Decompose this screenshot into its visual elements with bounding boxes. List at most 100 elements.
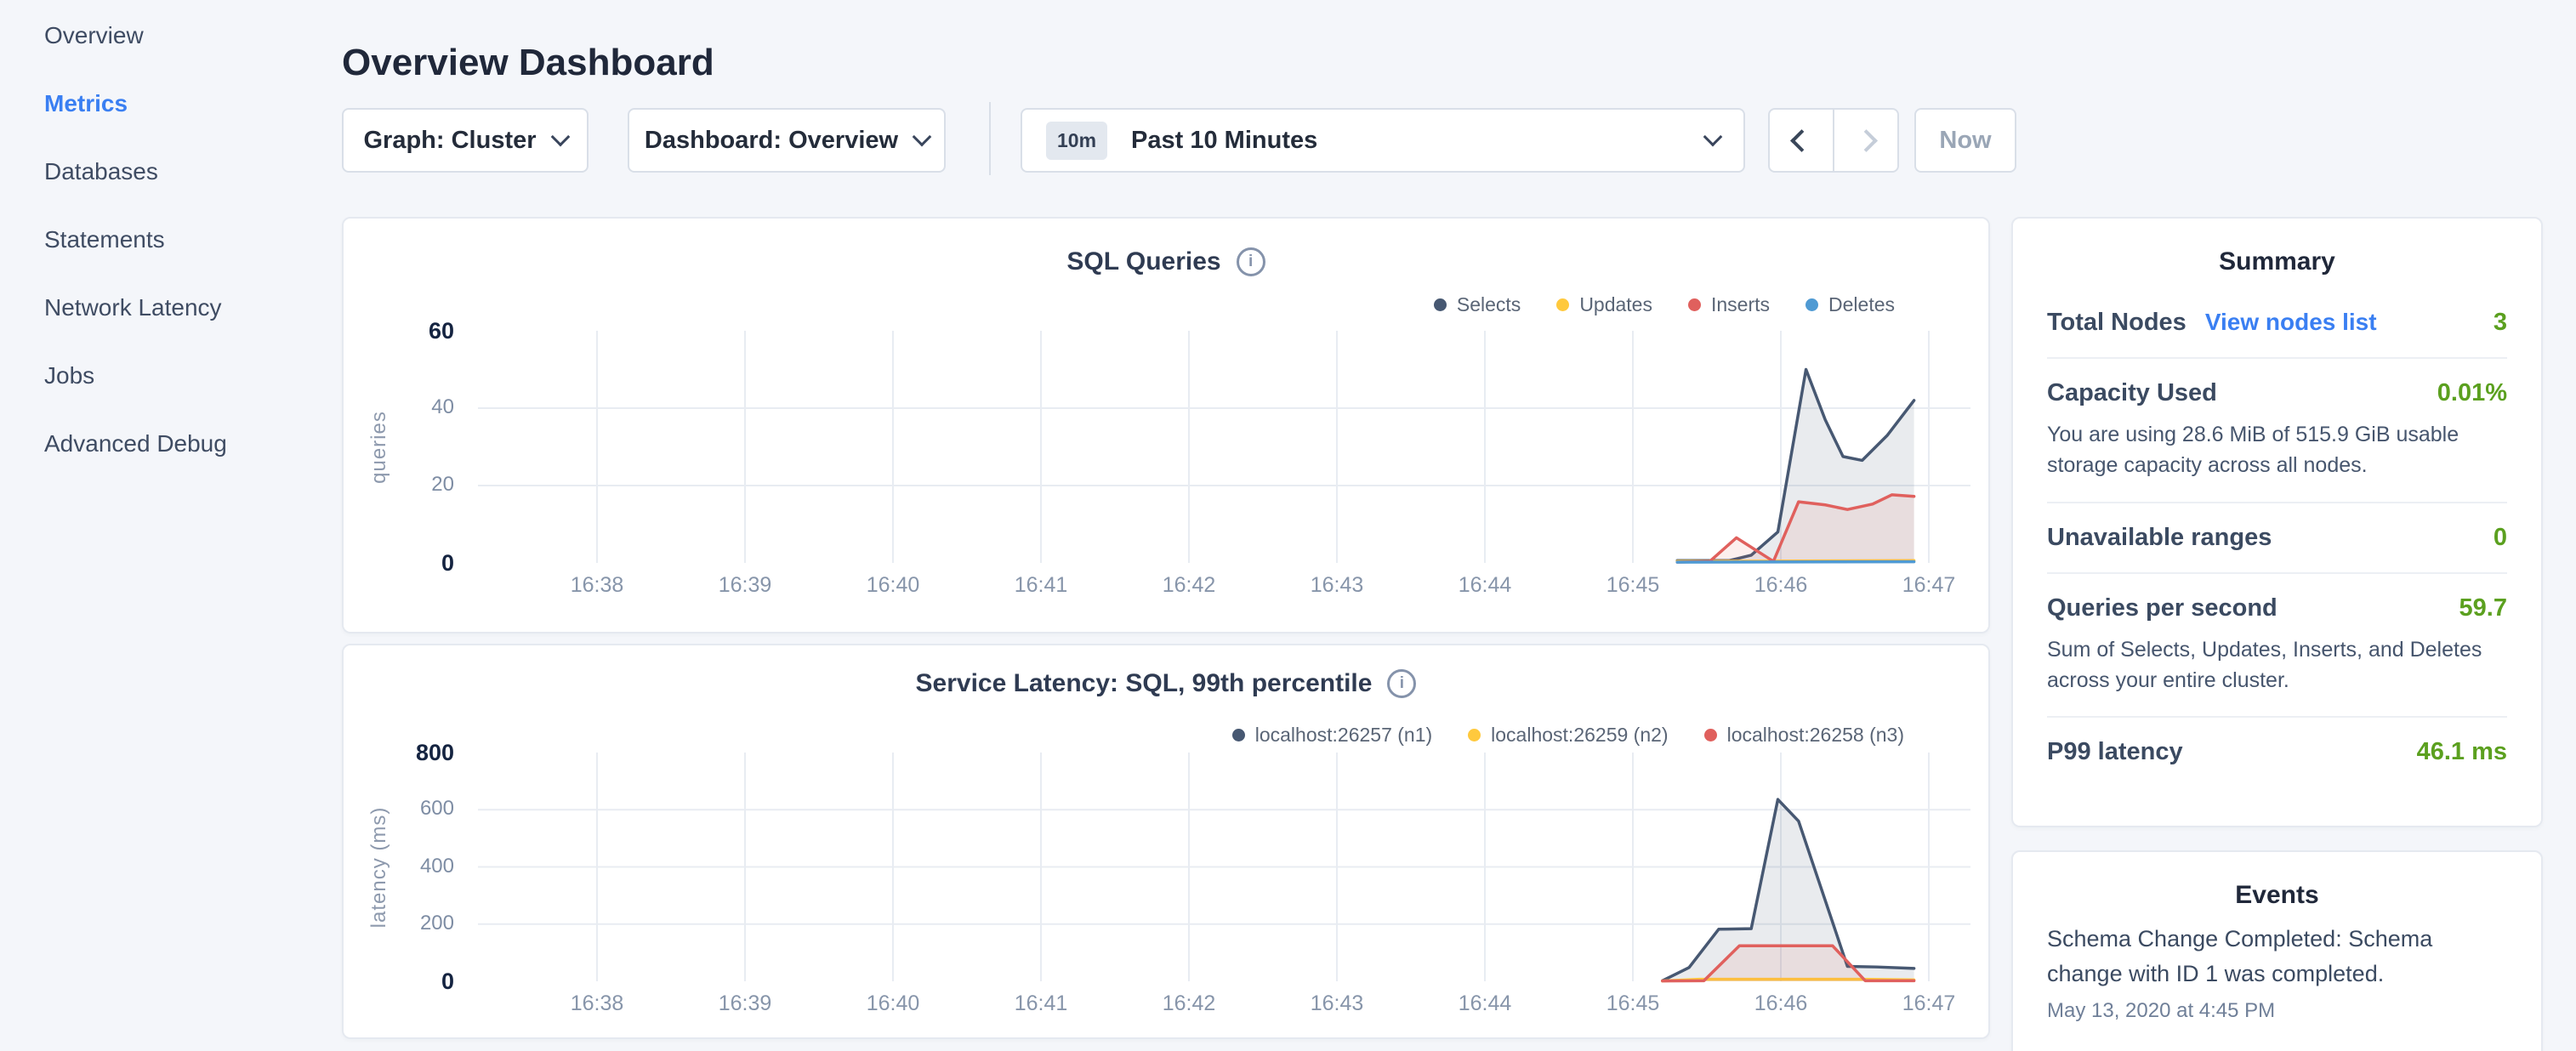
legend-label: Selects [1457, 293, 1521, 316]
chart-legend: localhost:26257 (n1) localhost:26259 (n2)… [1232, 724, 1904, 747]
event-item[interactable]: Schema Change Completed: Schema change w… [2047, 922, 2507, 1023]
x-tick-label: 16:41 [981, 573, 1100, 598]
legend-item-updates[interactable]: Updates [1556, 293, 1652, 316]
summary-row-description: You are using 28.6 MiB of 515.9 GiB usab… [2047, 419, 2507, 481]
chart-legend: Selects Updates Inserts Deletes [1434, 293, 1895, 316]
legend-item-selects[interactable]: Selects [1434, 293, 1521, 316]
time-range-label: Past 10 Minutes [1131, 127, 1317, 155]
x-tick-label: 16:38 [537, 991, 657, 1016]
admin-console-page: OverviewMetricsDatabasesStatementsNetwor… [0, 0, 2576, 1051]
x-tick-label: 16:46 [1721, 991, 1840, 1016]
time-range-badge: 10m [1046, 122, 1107, 160]
chevron-right-icon [1855, 129, 1878, 152]
y-tick-label: 800 [344, 740, 454, 766]
y-tick-label: 20 [344, 473, 454, 497]
page-title: Overview Dashboard [342, 42, 714, 84]
sidebar-item-jobs[interactable]: Jobs [0, 362, 342, 430]
legend-dot [1556, 298, 1569, 311]
x-tick-label: 16:43 [1277, 991, 1396, 1016]
x-tick-label: 16:40 [833, 991, 952, 1016]
sidebar-item-databases[interactable]: Databases [0, 158, 342, 226]
time-step-buttons [1768, 108, 1899, 173]
info-icon[interactable]: i [1387, 669, 1416, 698]
x-tick-label: 16:44 [1425, 573, 1544, 598]
legend-item-deletes[interactable]: Deletes [1805, 293, 1895, 316]
info-icon[interactable]: i [1237, 247, 1265, 276]
events-list: Schema Change Completed: Schema change w… [2013, 922, 2541, 1023]
summary-row-label: Capacity Used [2047, 379, 2217, 407]
chart-plot-area[interactable] [478, 753, 1970, 981]
event-timestamp: May 13, 2020 at 4:45 PM [2047, 999, 2507, 1023]
summary-row-value: 3 [2494, 309, 2507, 337]
summary-title: Summary [2013, 219, 2541, 288]
time-range-dropdown[interactable]: 10m Past 10 Minutes [1021, 108, 1745, 173]
legend-dot [1232, 729, 1245, 741]
summary-row-label: Unavailable ranges [2047, 524, 2272, 552]
x-tick-label: 16:39 [685, 573, 805, 598]
graph-dropdown-label: Graph: Cluster [363, 127, 536, 155]
summary-row-value: 0 [2494, 524, 2507, 552]
y-tick-label: 600 [344, 797, 454, 821]
sidebar-item-overview[interactable]: Overview [0, 22, 342, 90]
chart-title: Service Latency: SQL, 99th percentile [916, 669, 1373, 698]
sidebar-item-advanced-debug[interactable]: Advanced Debug [0, 430, 342, 498]
legend-label: localhost:26257 (n1) [1255, 724, 1432, 747]
summary-row-p99-latency: P99 latency 46.1 ms [2047, 718, 2507, 787]
legend-item-inserts[interactable]: Inserts [1688, 293, 1770, 316]
prev-interval-button[interactable] [1770, 110, 1834, 171]
sidebar-item-metrics[interactable]: Metrics [0, 90, 342, 158]
chevron-left-icon [1790, 129, 1813, 152]
legend-dot [1805, 298, 1818, 311]
events-panel: Events Schema Change Completed: Schema c… [2011, 850, 2543, 1051]
summary-row-capacity-used: Capacity Used 0.01% You are using 28.6 MiB… [2047, 359, 2507, 503]
x-tick-label: 16:39 [685, 991, 805, 1016]
legend-item-localhost-26257-n1[interactable]: localhost:26257 (n1) [1232, 724, 1432, 747]
service-latency-chart-card: Service Latency: SQL, 99th percentile i lo… [342, 644, 1990, 1039]
legend-dot [1704, 729, 1717, 741]
legend-dot [1688, 298, 1701, 311]
legend-item-localhost-26258-n3[interactable]: localhost:26258 (n3) [1704, 724, 1904, 747]
x-tick-label: 16:42 [1129, 991, 1248, 1016]
summary-panel: Summary Total Nodes View nodes list 3 Capac… [2011, 217, 2543, 827]
x-tick-label: 16:38 [537, 573, 657, 598]
dashboard-dropdown[interactable]: Dashboard: Overview [628, 108, 946, 173]
summary-row-queries-per-second: Queries per second 59.7 Sum of Selects, Up… [2047, 574, 2507, 719]
y-tick-label: 0 [344, 550, 454, 577]
x-tick-label: 16:42 [1129, 573, 1248, 598]
next-interval-button[interactable] [1834, 110, 1897, 171]
summary-row-description: Sum of Selects, Updates, Inserts, and De… [2047, 634, 2507, 696]
view-nodes-list-link[interactable]: View nodes list [2205, 309, 2377, 336]
sidebar: OverviewMetricsDatabasesStatementsNetwor… [0, 0, 342, 1051]
summary-row-value: 0.01% [2437, 379, 2507, 407]
y-tick-label: 200 [344, 912, 454, 935]
x-tick-label: 16:45 [1573, 573, 1692, 598]
summary-row-label: Total Nodes [2047, 309, 2186, 337]
legend-dot [1468, 729, 1481, 741]
summary-row-label: Queries per second [2047, 594, 2277, 622]
legend-item-localhost-26259-n2[interactable]: localhost:26259 (n2) [1468, 724, 1668, 747]
now-button[interactable]: Now [1914, 108, 2016, 173]
chart-title: SQL Queries [1066, 247, 1220, 276]
summary-row-unavailable-ranges: Unavailable ranges 0 [2047, 503, 2507, 574]
dashboard-dropdown-label: Dashboard: Overview [645, 127, 898, 155]
chevron-down-icon [1703, 128, 1723, 147]
summary-row-label: P99 latency [2047, 738, 2183, 766]
x-tick-label: 16:41 [981, 991, 1100, 1016]
graph-dropdown[interactable]: Graph: Cluster [342, 108, 589, 173]
summary-row-value: 59.7 [2459, 594, 2507, 622]
summary-row-total-nodes: Total Nodes View nodes list 3 [2047, 288, 2507, 359]
legend-label: Inserts [1711, 293, 1770, 316]
x-tick-label: 16:46 [1721, 573, 1840, 598]
y-tick-label: 0 [344, 969, 454, 995]
chevron-down-icon [550, 128, 570, 147]
sidebar-item-network-latency[interactable]: Network Latency [0, 294, 342, 362]
legend-label: Deletes [1828, 293, 1895, 316]
chevron-down-icon [913, 128, 932, 147]
toolbar-divider [989, 102, 991, 175]
x-tick-label: 16:45 [1573, 991, 1692, 1016]
summary-row-value: 46.1 ms [2417, 738, 2507, 766]
sidebar-item-statements[interactable]: Statements [0, 226, 342, 294]
chart-plot-area[interactable] [478, 331, 1970, 563]
y-tick-label: 60 [344, 318, 454, 344]
x-tick-label: 16:43 [1277, 573, 1396, 598]
